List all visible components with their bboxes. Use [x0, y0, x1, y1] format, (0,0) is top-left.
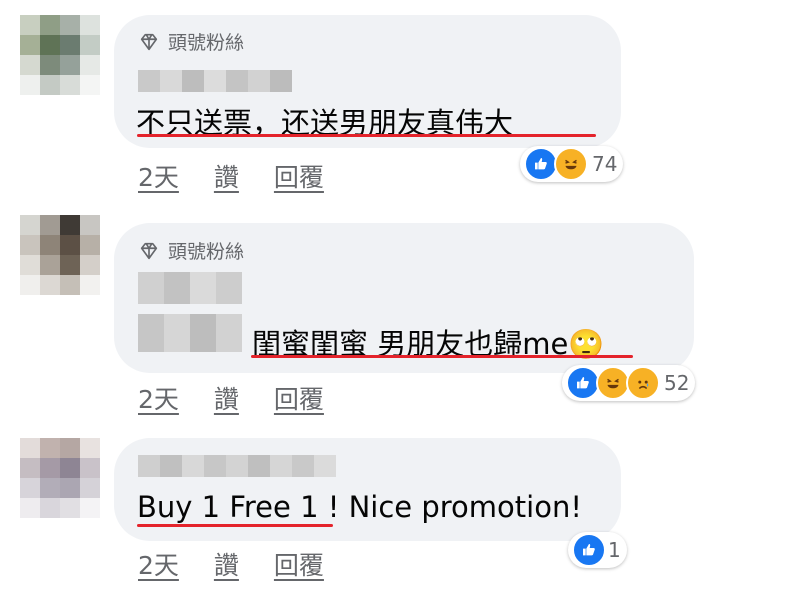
- reaction-count: 52: [664, 371, 690, 395]
- highlight-underline: [137, 524, 333, 527]
- haha-icon: [596, 366, 630, 400]
- comment-actions: 2天 讚 回覆: [138, 380, 324, 416]
- badge-label: 頭號粉絲: [168, 241, 245, 263]
- commenter-name[interactable]: [138, 455, 336, 477]
- like-icon: [524, 147, 558, 181]
- diamond-icon: [140, 33, 158, 50]
- comment-text: Buy 1 Free 1 ! Nice promotion!: [137, 490, 582, 524]
- comment-actions: 2天 讚 回覆: [138, 158, 324, 194]
- avatar[interactable]: [20, 215, 100, 295]
- sad-icon: [626, 366, 660, 400]
- top-fan-badge: 頭號粉絲: [138, 237, 244, 264]
- commenter-name[interactable]: [138, 272, 242, 304]
- timestamp-link[interactable]: 2天: [138, 380, 179, 416]
- commenter-name[interactable]: [138, 70, 292, 92]
- reply-button[interactable]: 回覆: [274, 546, 324, 582]
- avatar[interactable]: [20, 15, 100, 95]
- like-button[interactable]: 讚: [214, 546, 239, 582]
- comment-actions: 2天 讚 回覆: [138, 546, 324, 582]
- reaction-summary[interactable]: 74: [520, 146, 624, 182]
- reply-button[interactable]: 回覆: [274, 380, 324, 416]
- like-icon: [572, 533, 606, 567]
- haha-icon: [554, 147, 588, 181]
- diamond-icon: [140, 242, 158, 259]
- commenter-name-line2: [138, 314, 242, 352]
- reaction-count: 1: [608, 538, 621, 562]
- highlight-underline: [251, 355, 633, 358]
- reaction-count: 74: [592, 152, 618, 176]
- like-icon: [566, 366, 600, 400]
- highlight-underline: [137, 134, 596, 137]
- reaction-summary[interactable]: 52: [562, 365, 696, 401]
- reaction-summary[interactable]: 1: [568, 532, 627, 568]
- timestamp-link[interactable]: 2天: [138, 158, 179, 194]
- like-button[interactable]: 讚: [214, 158, 239, 194]
- top-fan-badge: 頭號粉絲: [138, 28, 244, 55]
- like-button[interactable]: 讚: [214, 380, 239, 416]
- badge-label: 頭號粉絲: [168, 32, 245, 54]
- timestamp-link[interactable]: 2天: [138, 546, 179, 582]
- reply-button[interactable]: 回覆: [274, 158, 324, 194]
- avatar[interactable]: [20, 438, 100, 518]
